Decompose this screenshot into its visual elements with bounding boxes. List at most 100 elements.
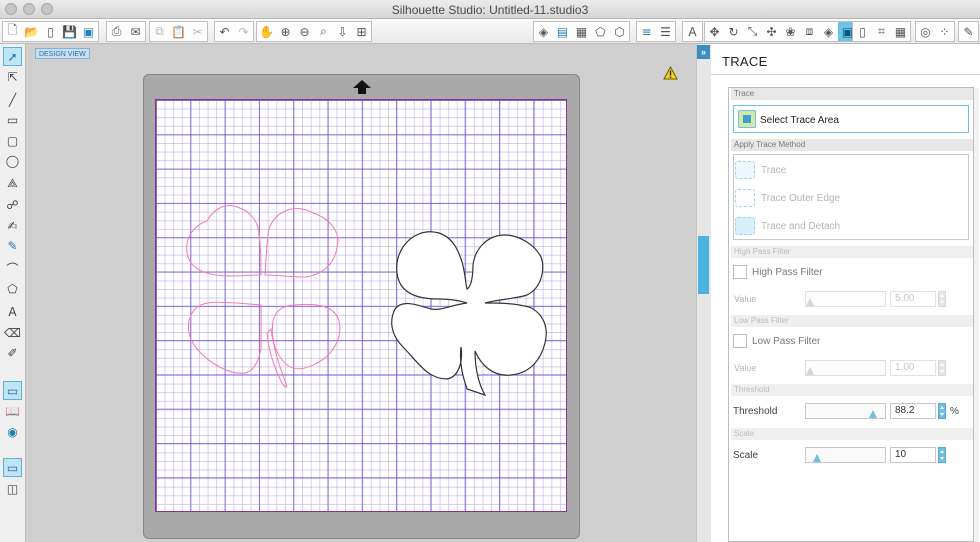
fill-color-icon[interactable]: ◈: [534, 22, 553, 41]
trace-section-header: Trace: [731, 88, 973, 100]
scale-value-field[interactable]: 10: [890, 447, 936, 463]
paste-icon[interactable]: 📋: [169, 22, 188, 41]
print-icon[interactable]: ⎙: [107, 22, 126, 41]
open-recent-icon[interactable]: ▯: [41, 22, 60, 41]
grid-settings-icon[interactable]: ▦: [891, 22, 910, 41]
high-pass-slider[interactable]: [805, 291, 886, 307]
line-tool-icon[interactable]: ╱: [3, 90, 22, 109]
scale-slider-thumb[interactable]: [813, 454, 821, 462]
trace-outer-edge-icon: [735, 189, 755, 207]
fit-to-page-icon[interactable]: ⊞: [352, 22, 371, 41]
gradient-icon[interactable]: ⬠: [591, 22, 610, 41]
clover-shape[interactable]: [391, 231, 547, 397]
zoom-out-icon[interactable]: ⊖: [295, 22, 314, 41]
arc-tool-icon[interactable]: ⌒: [3, 259, 22, 278]
send-icon[interactable]: ⁘: [935, 22, 954, 41]
high-pass-checkbox[interactable]: [733, 265, 747, 279]
trace-method-trace[interactable]: Trace: [735, 159, 786, 181]
low-pass-slider[interactable]: [805, 360, 886, 376]
offset-icon[interactable]: ◈: [819, 22, 838, 41]
line-style-panel-icon[interactable]: ≡: [637, 22, 656, 41]
threshold-stepper[interactable]: [938, 403, 946, 419]
low-pass-value-field[interactable]: 1.00: [890, 360, 936, 376]
transform-icon[interactable]: ✥: [705, 22, 724, 41]
low-pass-checkbox[interactable]: [733, 334, 747, 348]
curve-tool-icon[interactable]: ☍: [3, 195, 22, 214]
trace-and-detach-label: Trace and Detach: [761, 220, 841, 232]
show-cut-panel-icon[interactable]: ▭: [3, 458, 22, 477]
registration-marks-icon[interactable]: ⌗: [872, 22, 891, 41]
rectangle-tool-icon[interactable]: ▭: [3, 110, 22, 129]
left-toolbar: ➚ ⇱ ╱ ▭ ▢ ◯ ⟁ ☍ ✍ ✎ ⌒ ⬠ A ⌫ ✐ ▭ 📖 ◉ ▭ ◫: [0, 44, 26, 542]
zoom-select-icon[interactable]: ⌕: [314, 22, 333, 41]
scale-slider[interactable]: [805, 447, 886, 463]
save-icon[interactable]: 💾: [60, 22, 79, 41]
toolbar-group: ◈ ▤ ▦ ⬠ ⬡: [533, 21, 630, 42]
collapse-panel-button[interactable]: »: [697, 45, 710, 59]
smooth-freehand-tool-icon[interactable]: ✎: [3, 236, 22, 255]
move-icon[interactable]: ✣: [762, 22, 781, 41]
polygon-tool-icon[interactable]: ⟁: [3, 174, 22, 193]
library-icon[interactable]: 📖: [3, 401, 22, 420]
send-to-cutter-icon[interactable]: ✉: [126, 22, 145, 41]
low-pass-label: Low Pass Filter: [752, 336, 821, 347]
new-file-icon[interactable]: 🗋: [3, 22, 22, 41]
freehand-tool-icon[interactable]: ✍: [3, 216, 22, 235]
high-pass-slider-thumb[interactable]: [806, 298, 814, 306]
select-trace-area-button[interactable]: Select Trace Area: [733, 105, 969, 133]
text-tool-icon[interactable]: A: [3, 302, 22, 321]
threshold-value-field[interactable]: 88.2: [890, 403, 936, 419]
pan-hand-icon[interactable]: ✋: [257, 22, 276, 41]
edit-points-icon[interactable]: ⇱: [3, 67, 22, 86]
redo-icon[interactable]: ↷: [234, 22, 253, 41]
line-weight-icon[interactable]: ☰: [656, 22, 675, 41]
pattern-icon[interactable]: ⬡: [610, 22, 629, 41]
rotate-icon[interactable]: ↻: [724, 22, 743, 41]
threshold-slider[interactable]: [805, 403, 886, 419]
rounded-rectangle-tool-icon[interactable]: ▢: [3, 131, 22, 150]
page-setup-icon[interactable]: ▯: [853, 22, 872, 41]
scale-stepper[interactable]: [938, 447, 946, 463]
copy-icon[interactable]: ⧉: [150, 22, 169, 41]
sketch-icon[interactable]: ✎: [959, 22, 978, 41]
drag-zoom-icon[interactable]: ⇩: [333, 22, 352, 41]
panel-divider: [711, 74, 980, 75]
line-color-icon[interactable]: ▤: [553, 22, 572, 41]
line-style-icon[interactable]: ▦: [572, 22, 591, 41]
trace-method-outer-edge[interactable]: Trace Outer Edge: [735, 187, 840, 209]
replicate-icon[interactable]: ❀: [781, 22, 800, 41]
save-to-library-icon[interactable]: ▣: [79, 22, 98, 41]
low-pass-stepper[interactable]: [938, 360, 946, 376]
text-style-icon[interactable]: A: [683, 22, 702, 41]
design-view-icon[interactable]: ▭: [3, 381, 22, 400]
low-pass-slider-thumb[interactable]: [806, 367, 814, 375]
high-pass-stepper[interactable]: [938, 291, 946, 307]
undo-icon[interactable]: ↶: [215, 22, 234, 41]
design-view-tab[interactable]: DESIGN VIEW: [35, 48, 90, 59]
toolbar-group: ✥ ↻ ⤡ ✣ ❀ ⧈ ◈ ▣: [704, 21, 858, 42]
split-view-icon[interactable]: ◫: [3, 479, 22, 498]
regular-polygon-tool-icon[interactable]: ⬠: [3, 279, 22, 298]
ellipse-tool-icon[interactable]: ◯: [3, 151, 22, 170]
trace-method-detach[interactable]: Trace and Detach: [735, 215, 840, 237]
trace-outer-edge-label: Trace Outer Edge: [761, 192, 841, 204]
warning-icon[interactable]: [663, 66, 678, 80]
cut-icon[interactable]: ✂: [188, 22, 207, 41]
panel-scrollbar[interactable]: [974, 88, 979, 542]
online-store-icon[interactable]: ◉: [3, 422, 22, 441]
modify-icon[interactable]: ⧈: [800, 22, 819, 41]
knife-tool-icon[interactable]: ✐: [3, 343, 22, 362]
splitter-grip[interactable]: [698, 236, 709, 294]
threshold-slider-thumb[interactable]: [869, 410, 877, 418]
toolbar-group: ⎙ ✉: [106, 21, 146, 42]
main-toolbar: 🗋 📂 ▯ 💾 ▣ ⎙ ✉ ⧉ 📋 ✂ ↶ ↷ ✋ ⊕ ⊖ ⌕ ⇩ ⊞ ◈ ▤ ▦ ⬠ ⬡ ≡ ☰ A ✥ ↻ ⤡ ✣ ❀ ⧈ ◈ ▣ ▯ ⌗ ▦ ◎ ⁘ ✎: [0, 19, 980, 44]
scale-icon[interactable]: ⤡: [743, 22, 762, 41]
open-folder-icon[interactable]: 📂: [22, 22, 41, 41]
traced-clover-outline[interactable]: [186, 205, 341, 388]
cut-settings-icon[interactable]: ◎: [916, 22, 935, 41]
eraser-tool-icon[interactable]: ⌫: [3, 323, 22, 342]
high-pass-value-label: Value: [734, 294, 757, 304]
high-pass-value-field[interactable]: 5.00: [890, 291, 936, 307]
select-arrow-icon[interactable]: ➚: [3, 47, 22, 66]
zoom-in-icon[interactable]: ⊕: [276, 22, 295, 41]
